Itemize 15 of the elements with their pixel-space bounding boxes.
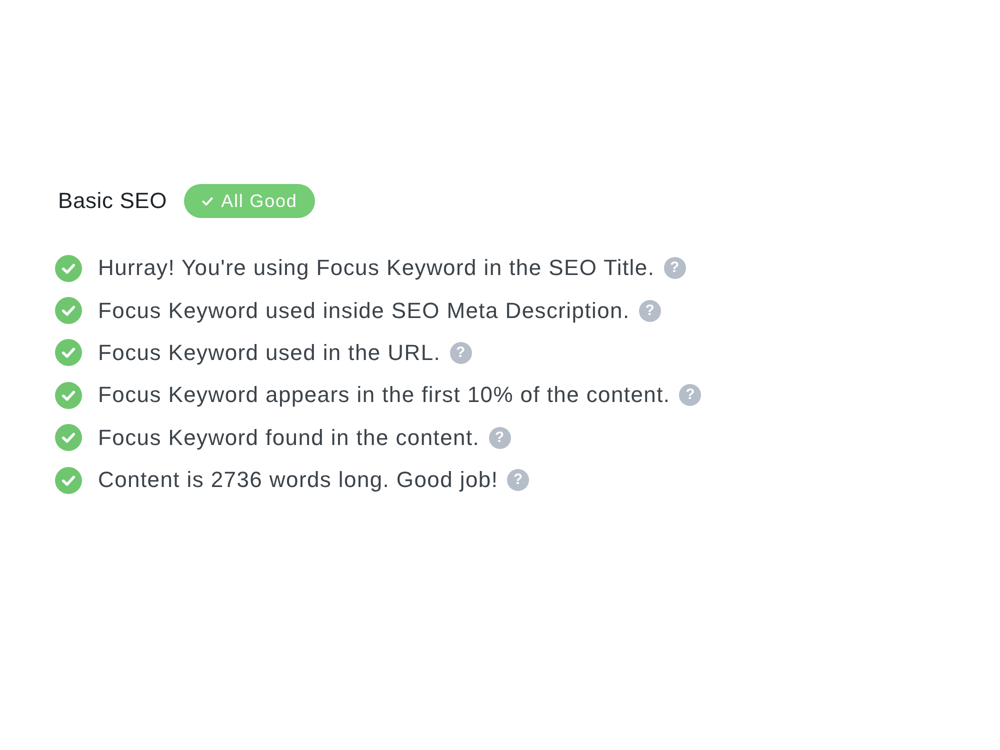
help-button[interactable]: ? <box>638 300 661 322</box>
help-button[interactable]: ? <box>450 342 472 364</box>
check-icon <box>202 196 214 206</box>
check-text: Focus Keyword found in the content. <box>98 424 480 451</box>
help-button[interactable]: ? <box>488 426 511 449</box>
check-text: Hurray! You're using Focus Keyword in the SEO Title. <box>98 255 655 282</box>
help-button[interactable]: ? <box>679 384 702 406</box>
help-button[interactable]: ? <box>664 257 686 280</box>
check-text: Focus Keyword appears in the first 10% of the content. <box>98 382 670 408</box>
help-button[interactable]: ? <box>507 469 530 492</box>
check-text: Content is 2736 words long. Good job! <box>98 467 498 494</box>
check-text: Focus Keyword used inside SEO Meta Description. <box>98 298 630 324</box>
check-text: Focus Keyword used in the URL. <box>98 340 441 366</box>
status-badge: All Good <box>184 184 316 218</box>
section-title: Basic SEO <box>58 188 168 214</box>
